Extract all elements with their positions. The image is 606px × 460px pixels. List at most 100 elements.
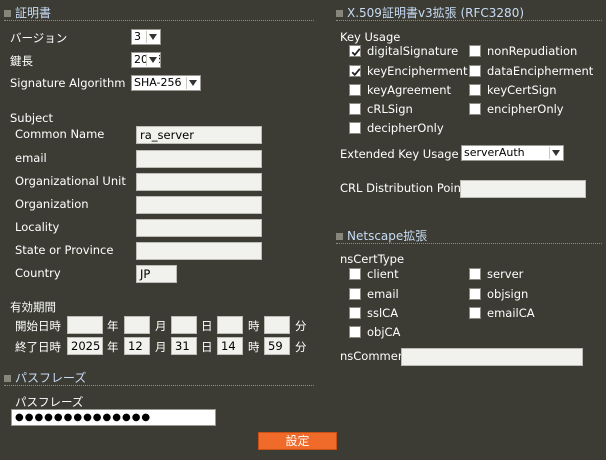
end-hour-input[interactable]: 14 bbox=[217, 337, 243, 355]
checkmark-icon bbox=[351, 48, 361, 57]
objsign-label: objsign bbox=[487, 287, 529, 301]
eku-value: serverAuth bbox=[464, 146, 525, 159]
email-input[interactable] bbox=[136, 150, 262, 168]
x509-section-title: X.509証明書v3拡張 (RFC3280) bbox=[336, 4, 524, 21]
cert-title: 証明書 bbox=[15, 6, 52, 20]
cert-section-title: 証明書 bbox=[4, 4, 51, 21]
key-cert-sign-label: keyCertSign bbox=[487, 83, 557, 97]
chevron-down-icon bbox=[146, 54, 159, 66]
start-minute-input[interactable] bbox=[264, 316, 290, 334]
end-minute-input[interactable]: 59 bbox=[264, 337, 290, 355]
day-unit-label: 日 bbox=[201, 340, 213, 354]
section-bullet-icon bbox=[336, 233, 343, 240]
end-day-input[interactable]: 31 bbox=[171, 337, 197, 355]
encipher-only-checkbox[interactable] bbox=[469, 103, 481, 115]
locality-label: Locality bbox=[15, 220, 60, 234]
passphrase-section-divider bbox=[4, 385, 314, 386]
x509-section-divider bbox=[336, 20, 602, 21]
hour-unit-label: 時 bbox=[248, 340, 260, 354]
sslca-checkbox[interactable] bbox=[349, 307, 361, 319]
validity-end-label: 終了日時 bbox=[15, 340, 61, 354]
client-checkbox[interactable] bbox=[349, 268, 361, 280]
objca-label: objCA bbox=[367, 325, 401, 339]
state-input[interactable] bbox=[136, 242, 262, 260]
sigalg-select[interactable]: SHA-256 bbox=[131, 75, 201, 91]
locality-input[interactable] bbox=[136, 219, 262, 237]
server-checkbox[interactable] bbox=[469, 268, 481, 280]
common-name-label: Common Name bbox=[15, 127, 105, 141]
start-day-input[interactable] bbox=[171, 316, 197, 334]
keylen-label: 鍵長 bbox=[10, 54, 33, 68]
eku-select[interactable]: serverAuth bbox=[461, 145, 564, 161]
month-unit-label: 月 bbox=[155, 319, 167, 333]
organization-input[interactable] bbox=[136, 196, 262, 214]
netscape-title: Netscape拡張 bbox=[347, 229, 428, 243]
common-name-input[interactable]: ra_server bbox=[136, 126, 262, 144]
decipher-only-label: decipherOnly bbox=[367, 121, 444, 135]
passphrase-label: パスフレーズ bbox=[15, 395, 84, 409]
netscape-section-divider bbox=[336, 243, 602, 244]
netscape-section-title: Netscape拡張 bbox=[336, 227, 427, 244]
country-label: Country bbox=[15, 266, 61, 280]
nscomment-label: nsComment bbox=[340, 349, 410, 363]
sigalg-label: Signature Algorithm bbox=[10, 76, 126, 90]
decipher-only-checkbox[interactable] bbox=[349, 122, 361, 134]
key-cert-sign-checkbox[interactable] bbox=[469, 84, 481, 96]
objsign-checkbox[interactable] bbox=[469, 288, 481, 300]
minute-unit-label: 分 bbox=[295, 319, 307, 333]
version-select[interactable]: 3 bbox=[131, 29, 161, 45]
digital-signature-label: digitalSignature bbox=[367, 44, 459, 58]
objca-checkbox[interactable] bbox=[349, 326, 361, 338]
section-bullet-icon bbox=[4, 10, 11, 17]
day-unit-label: 日 bbox=[201, 319, 213, 333]
cert-section-divider bbox=[4, 20, 314, 21]
year-unit-label: 年 bbox=[107, 319, 119, 333]
country-input[interactable]: JP bbox=[136, 265, 177, 283]
non-repudiation-label: nonRepudiation bbox=[487, 44, 578, 58]
eku-label: Extended Key Usage bbox=[340, 147, 459, 161]
minute-unit-label: 分 bbox=[295, 340, 307, 354]
crl-sign-checkbox[interactable] bbox=[349, 103, 361, 115]
key-usage-heading: Key Usage bbox=[340, 30, 401, 44]
end-month-input[interactable]: 12 bbox=[124, 337, 150, 355]
key-agreement-checkbox[interactable] bbox=[349, 84, 361, 96]
chevron-down-icon bbox=[186, 77, 199, 89]
chevron-down-icon bbox=[146, 31, 159, 43]
non-repudiation-checkbox[interactable] bbox=[469, 45, 481, 57]
key-encipherment-checkbox[interactable] bbox=[349, 65, 361, 77]
key-encipherment-label: keyEncipherment bbox=[367, 64, 468, 78]
version-label: バージョン bbox=[10, 31, 68, 45]
crl-label: CRL Distribution Points bbox=[340, 181, 472, 195]
keylen-select[interactable]: 2048 bbox=[131, 52, 161, 68]
encipher-only-label: encipherOnly bbox=[487, 102, 564, 116]
start-year-input[interactable] bbox=[67, 316, 103, 334]
section-bullet-icon bbox=[4, 375, 11, 382]
passphrase-title: パスフレーズ bbox=[15, 371, 87, 385]
email-cert-label: email bbox=[367, 287, 399, 301]
checkmark-icon bbox=[351, 68, 361, 77]
digital-signature-checkbox[interactable] bbox=[349, 45, 361, 57]
emailca-label: emailCA bbox=[487, 306, 535, 320]
validity-heading: 有効期間 bbox=[10, 300, 56, 314]
submit-button[interactable]: 設定 bbox=[258, 432, 337, 450]
hour-unit-label: 時 bbox=[248, 319, 260, 333]
crl-input[interactable] bbox=[460, 180, 586, 198]
month-unit-label: 月 bbox=[155, 340, 167, 354]
nscerttype-heading: nsCertType bbox=[340, 252, 405, 266]
email-label: email bbox=[15, 151, 47, 165]
crl-sign-label: cRLSign bbox=[367, 102, 413, 116]
section-bullet-icon bbox=[336, 10, 343, 17]
emailca-checkbox[interactable] bbox=[469, 307, 481, 319]
data-encipherment-label: dataEncipherment bbox=[487, 64, 594, 78]
passphrase-input[interactable]: ●●●●●●●●●●●●●● bbox=[11, 409, 216, 426]
start-hour-input[interactable] bbox=[217, 316, 243, 334]
version-value: 3 bbox=[134, 30, 141, 43]
data-encipherment-checkbox[interactable] bbox=[469, 65, 481, 77]
chevron-down-icon bbox=[549, 147, 562, 159]
org-unit-input[interactable] bbox=[136, 173, 262, 191]
nscomment-input[interactable] bbox=[401, 348, 583, 366]
key-agreement-label: keyAgreement bbox=[367, 83, 451, 97]
email-checkbox[interactable] bbox=[349, 288, 361, 300]
end-year-input[interactable]: 2025 bbox=[67, 337, 103, 355]
start-month-input[interactable] bbox=[124, 316, 150, 334]
